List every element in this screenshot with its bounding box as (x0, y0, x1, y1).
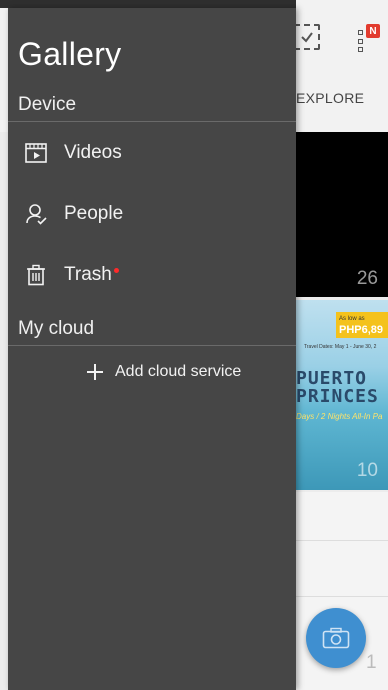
promo-price: As low as PHP6,89 (336, 312, 388, 338)
camera-icon (322, 627, 350, 649)
news-icon[interactable]: N (358, 24, 384, 52)
drawer-item-videos[interactable]: Videos (8, 125, 296, 181)
gallery-screen: N EXPLORE 26 As low as PHP6,89 Travel Da… (0, 0, 388, 690)
camera-button[interactable] (306, 608, 366, 668)
album-tile[interactable]: As low as PHP6,89 Travel Dates: May 1 - … (296, 300, 388, 490)
notification-dot (113, 268, 119, 273)
news-badge: N (366, 24, 380, 38)
promo-subtitle: Travel Dates: May 1 - June 30, 2 (304, 344, 377, 350)
status-bar (0, 0, 296, 8)
add-cloud-service-label: Add cloud service (115, 363, 242, 380)
promo-tagline: Days / 2 Nights All-In Pa (296, 412, 383, 421)
album-count: 26 (356, 268, 378, 289)
navigation-drawer: Gallery Device Videos People Trash My cl… (8, 8, 296, 690)
drawer-item-people[interactable]: People (8, 186, 296, 242)
section-header-device: Device (18, 94, 77, 115)
tab-explore[interactable]: EXPLORE (296, 90, 364, 106)
video-icon (24, 141, 48, 165)
person-icon (24, 202, 48, 226)
divider (8, 345, 296, 346)
drawer-item-label: Trash (64, 264, 119, 286)
promo-title: PUERTO PRINCES (296, 368, 379, 407)
drawer-item-label: Videos (64, 142, 122, 163)
add-cloud-service-button[interactable]: Add cloud service (86, 358, 241, 386)
trash-icon (24, 263, 48, 287)
divider (8, 121, 296, 122)
drawer-title: Gallery (18, 36, 122, 72)
section-header-my-cloud: My cloud (18, 318, 95, 339)
drawer-item-label: People (64, 203, 124, 224)
drawer-item-trash[interactable]: Trash (8, 247, 296, 303)
select-icon[interactable] (294, 24, 320, 50)
album-tile[interactable]: 26 (296, 132, 388, 297)
album-count: 10 (356, 460, 378, 481)
plus-icon (87, 364, 103, 380)
album-count: 1 (366, 652, 377, 673)
